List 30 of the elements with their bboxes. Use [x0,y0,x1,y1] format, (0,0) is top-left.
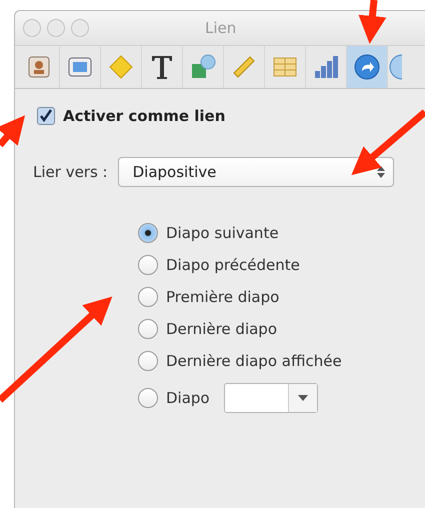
radio-button[interactable] [138,388,158,408]
radio-label: Diapo [166,389,210,407]
radio-label: Diapo suivante [166,224,279,242]
zoom-button[interactable] [71,19,89,37]
slide-number-field[interactable] [224,383,318,413]
popup-menu[interactable]: Diapositive [118,157,394,187]
radio-label: Dernière diapo affichée [166,352,342,370]
annotation-arrow [358,0,386,44]
bar-chart-icon [312,53,340,81]
checkbox[interactable] [37,107,55,125]
field-label: Lier vers : [33,163,108,181]
inspector-tab[interactable] [347,46,388,88]
radio-label: Diapo précédente [166,256,300,274]
up-down-arrows-icon [376,165,385,179]
checkmark-icon [39,109,53,123]
diamond-icon [107,53,135,81]
radio-button[interactable] [138,319,158,339]
dropdown-arrow-icon [298,394,308,402]
minimize-button[interactable] [47,19,65,37]
radio-label: Dernière diapo [166,320,277,338]
radio-button[interactable] [138,223,158,243]
checkbox-label: Activer comme lien [63,107,226,125]
annotation-arrow [0,115,26,148]
radio-button[interactable] [138,287,158,307]
close-button[interactable] [23,19,41,37]
shapes-icon [189,53,217,81]
radio-label: Première diapo [166,288,280,306]
radio-button[interactable] [138,255,158,275]
window-title: Lien [205,19,236,37]
radio-button[interactable] [138,351,158,371]
